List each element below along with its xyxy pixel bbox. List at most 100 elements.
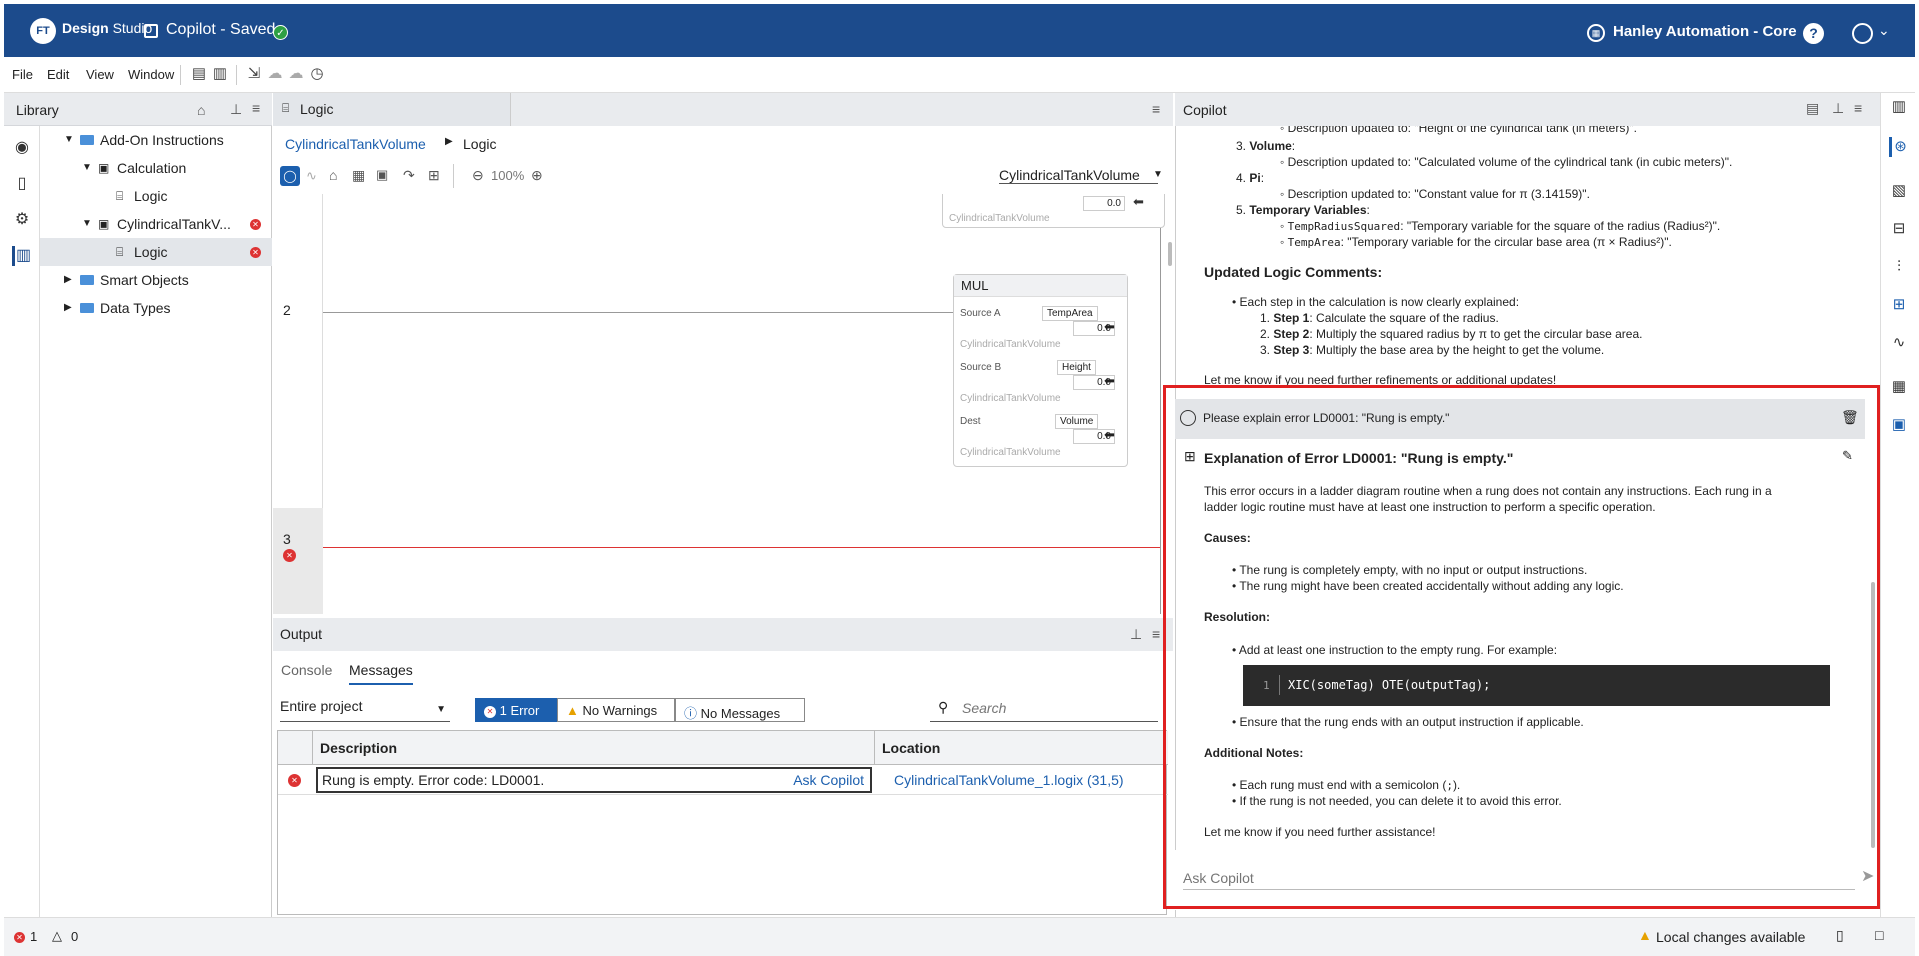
copilot-rail-icon[interactable]: ⊛ [1889, 137, 1909, 157]
wire-icon[interactable]: ∿ [306, 168, 317, 184]
cloud-upload-icon[interactable]: ☁ [266, 65, 284, 83]
col-description[interactable]: Description [320, 740, 397, 756]
dest-label: Dest [960, 416, 981, 427]
instruction-block-partial[interactable]: 0.0 ⬅ CylindricalTankVolume [942, 194, 1165, 228]
redo-icon[interactable]: ↷ [403, 167, 415, 184]
output-tabs: Console Messages [273, 651, 1173, 685]
toolbox-icon[interactable]: ⊟ [1889, 219, 1909, 239]
error-icon: ✕ [14, 932, 25, 943]
panel-layout-icon[interactable]: ▯ [1836, 927, 1844, 944]
chevron-right-icon[interactable]: ▶ [64, 266, 72, 294]
status-warning-count[interactable]: 0 [71, 929, 78, 944]
table-icon[interactable]: ▦ [352, 167, 365, 184]
col-divider [312, 731, 313, 765]
new-file-icon[interactable]: ▤ [190, 65, 208, 83]
organization-icon[interactable]: ▦ [1587, 24, 1605, 42]
copilot-insert-icon[interactable]: ⊞ [1889, 295, 1909, 315]
tree-item-logic-selected[interactable]: ⌸ Logic ✕ [40, 238, 272, 266]
chevron-down-icon[interactable]: ▼ [1153, 169, 1163, 180]
tree-item-logic[interactable]: ⌸ Logic [40, 182, 272, 210]
library-tree: ▼ Add-On Instructions ▼ ▣ Calculation ⌸ … [40, 126, 272, 917]
ghost-scope: CylindricalTankVolume [960, 447, 1061, 458]
tree-item-add-on-instructions[interactable]: ▼ Add-On Instructions [40, 126, 272, 154]
menu-icon[interactable]: ≡ [252, 100, 260, 116]
tree-item-calculation[interactable]: ▼ ▣ Calculation [40, 154, 272, 182]
description-cell[interactable]: Rung is empty. Error code: LD0001. Ask C… [316, 767, 872, 793]
controller-icon[interactable]: ◉ [12, 138, 32, 158]
fullscreen-icon[interactable]: □ [1875, 927, 1883, 943]
dest-tag[interactable]: Volume [1055, 414, 1099, 429]
menu-window[interactable]: Window [128, 67, 174, 82]
menu-view[interactable]: View [86, 67, 114, 82]
trend-icon[interactable]: ∿ [1889, 333, 1909, 353]
prev-line: ◦ Description updated to: "Height of the… [1280, 126, 1637, 135]
history-icon[interactable]: ▤ [1806, 100, 1819, 117]
warning-icon: ▲ [566, 703, 579, 718]
routine-select[interactable]: CylindricalTankVolume [999, 167, 1158, 184]
terminal-icon[interactable]: ▣ [1889, 415, 1909, 435]
tag-icon[interactable]: ⌂ [329, 167, 337, 183]
sliders-icon[interactable]: ⫶ [1889, 257, 1909, 277]
organization-name[interactable]: Hanley Automation - Core [1613, 23, 1797, 40]
pin-icon[interactable]: ⊥ [1130, 626, 1142, 643]
library-icon[interactable]: ▥ [12, 246, 32, 266]
filter-errors-button[interactable]: ✕ 1 Error [475, 698, 557, 722]
tree-item-data-types[interactable]: ▶ Data Types [40, 294, 272, 322]
breadcrumb-link[interactable]: CylindricalTankVolume [285, 136, 426, 152]
code-icon[interactable]: ▣ [376, 167, 388, 183]
pin-icon[interactable]: ⊥ [230, 101, 242, 118]
source-a-tag[interactable]: TempArea [1042, 306, 1098, 321]
chevron-right-icon[interactable]: ▶ [64, 294, 72, 322]
ask-copilot-link[interactable]: Ask Copilot [793, 772, 864, 788]
mul-instruction[interactable]: MUL Source A TempArea 0.0 ⬅ CylindricalT… [953, 274, 1128, 467]
table-row[interactable]: ✕ Rung is empty. Error code: LD0001. Ask… [278, 765, 1168, 795]
device-icon[interactable]: ▯ [12, 174, 32, 194]
arrow-left-icon: ⬅ [1104, 427, 1115, 442]
chevron-down-icon[interactable]: ▼ [82, 210, 92, 238]
menu-icon[interactable]: ≡ [1152, 626, 1160, 642]
menu-icon[interactable]: ≡ [1854, 100, 1862, 116]
output-search[interactable]: ⚲ [930, 695, 1158, 722]
filter-warnings-button[interactable]: ▲ No Warnings [557, 698, 675, 722]
ladder-canvas[interactable]: 2 3 ✕ 0.0 ⬅ CylindricalTankVolume MUL So… [273, 194, 1173, 614]
scrollbar[interactable] [1168, 242, 1172, 266]
status-error-count[interactable]: 1 [30, 929, 37, 944]
chevron-down-icon[interactable]: ▼ [64, 126, 74, 154]
tag-icon[interactable]: ⌂ [197, 102, 205, 118]
cloud-download-icon[interactable]: ☁ [287, 65, 305, 83]
zoom-in-icon[interactable]: ⊕ [531, 167, 543, 184]
local-changes[interactable]: Local changes available [1656, 929, 1805, 945]
tree-item-smart-objects[interactable]: ▶ Smart Objects [40, 266, 272, 294]
chevron-down-icon[interactable]: ▼ [82, 154, 92, 182]
properties-icon[interactable]: ▥ [1889, 97, 1909, 117]
download-icon[interactable]: ⇲ [245, 65, 263, 83]
tree-label: Calculation [117, 160, 187, 176]
tree-item-cylindricaltankvolume[interactable]: ▼ ▣ CylindricalTankV... ✕ [40, 210, 272, 238]
import-icon[interactable]: ▥ [211, 65, 229, 83]
menu-icon[interactable]: ≡ [1152, 101, 1160, 117]
copilot-insert-icon[interactable]: ⊞ [428, 167, 440, 184]
search-input[interactable] [962, 698, 1152, 718]
settings-window-icon[interactable]: ⚙ [12, 210, 32, 230]
history-icon[interactable]: ◷ [308, 65, 326, 83]
zoom-out-icon[interactable]: ⊖ [472, 167, 484, 184]
menu-file[interactable]: File [12, 67, 33, 82]
tab-logic[interactable]: ⌸ Logic [273, 93, 511, 126]
source-b-tag[interactable]: Height [1057, 360, 1096, 375]
pin-icon[interactable]: ⊥ [1832, 100, 1844, 117]
panel-icon[interactable]: ▧ [1889, 181, 1909, 201]
select-mode-icon[interactable]: ◯ [280, 166, 300, 186]
user-avatar-icon[interactable] [1852, 23, 1873, 44]
help-icon[interactable]: ? [1803, 23, 1824, 44]
tab-console[interactable]: Console [281, 662, 332, 678]
col-location[interactable]: Location [882, 740, 940, 756]
grid-icon[interactable]: ▦ [1889, 377, 1909, 397]
scope-select[interactable]: Entire project ▼ [280, 698, 450, 722]
chevron-down-icon[interactable]: ⌄ [1878, 22, 1890, 39]
error-icon: ✕ [250, 219, 261, 230]
menu-edit[interactable]: Edit [47, 67, 69, 82]
tab-messages[interactable]: Messages [349, 662, 413, 685]
aoi-icon: ▣ [98, 161, 110, 175]
location-link[interactable]: CylindricalTankVolume_1.logix (31,5) [894, 772, 1124, 788]
filter-messages-button[interactable]: ⓘ No Messages [675, 698, 805, 722]
